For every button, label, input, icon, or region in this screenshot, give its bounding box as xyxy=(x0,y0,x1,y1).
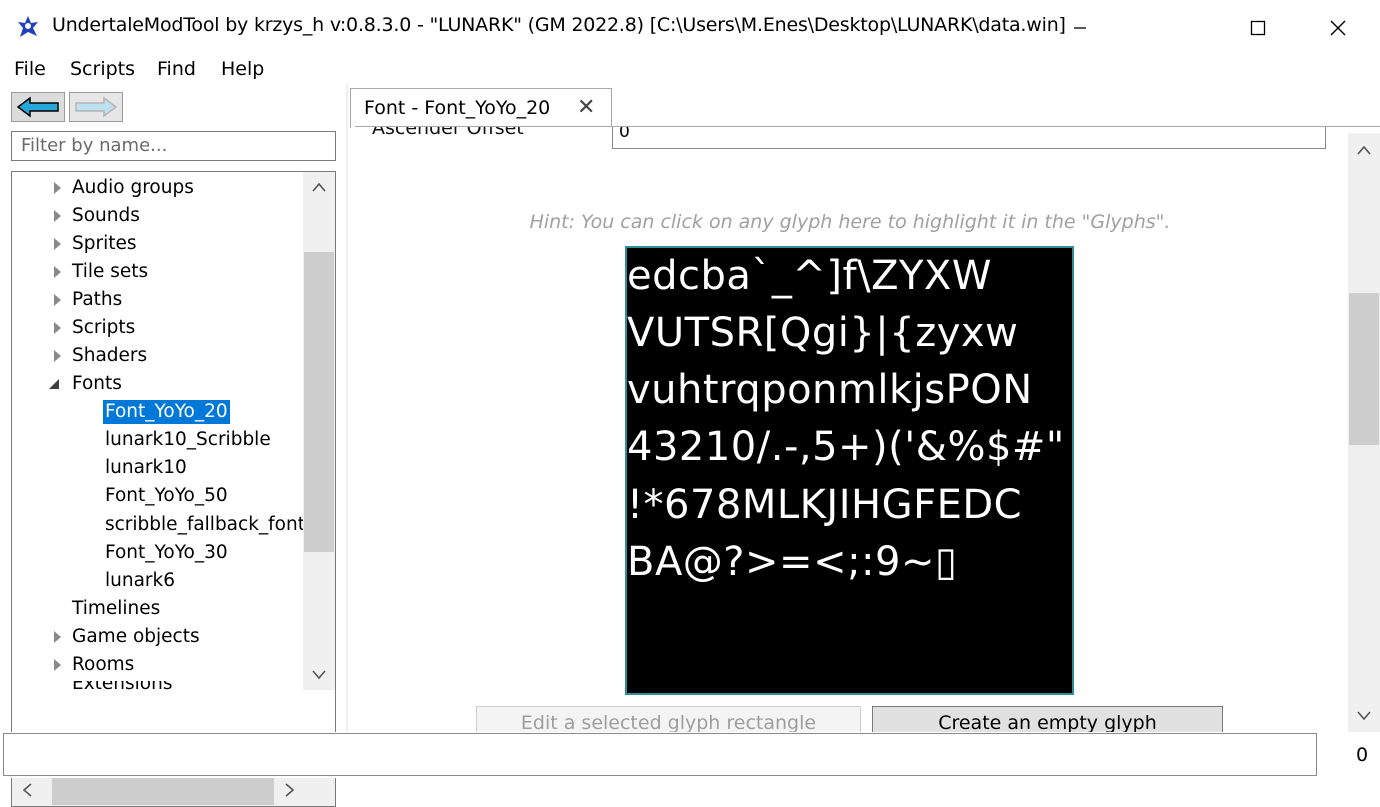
tree-item-timelines[interactable]: Timelines xyxy=(72,597,160,621)
expand-arrow-icon[interactable] xyxy=(54,659,61,671)
back-button[interactable] xyxy=(11,92,65,122)
maximize-button[interactable] xyxy=(1218,0,1298,56)
title-bar: UndertaleModTool by krzys_h v:0.8.3.0 - … xyxy=(0,0,1380,56)
edit-glyph-rectangle-button[interactable]: Edit a selected glyph rectangle xyxy=(476,706,861,732)
ascender-offset-input[interactable]: 0 xyxy=(612,127,1326,149)
expand-arrow-icon[interactable] xyxy=(54,322,61,334)
tree-item-game-objects[interactable]: Game objects xyxy=(72,625,200,649)
minimize-button[interactable] xyxy=(1040,0,1120,56)
tree-hscroll-thumb[interactable] xyxy=(52,775,274,805)
collapse-arrow-icon[interactable] xyxy=(48,378,60,390)
glyph-row: VUTSR[Qgi}|{zyxw xyxy=(627,310,1019,356)
forward-button[interactable] xyxy=(69,92,123,122)
editor-vertical-scrollbar[interactable] xyxy=(1348,133,1380,732)
close-icon xyxy=(1330,20,1346,36)
status-bar: 0 xyxy=(0,732,1380,778)
close-window-button[interactable] xyxy=(1298,0,1378,56)
ascender-offset-label: Ascender Offset xyxy=(372,126,524,139)
maximize-icon xyxy=(1250,20,1266,36)
tree-item-audio-groups[interactable]: Audio groups xyxy=(72,176,194,200)
command-input[interactable] xyxy=(3,733,1317,776)
menu-bar: File Scripts Find Help xyxy=(0,56,1380,84)
expand-arrow-icon[interactable] xyxy=(54,294,61,306)
tab-strip: Font - Font_YoYo_20 ✕ xyxy=(348,84,1380,128)
expand-arrow-icon[interactable] xyxy=(54,238,61,250)
asset-tree[interactable]: Audio groups Sounds Sprites Tile sets Pa… xyxy=(11,171,336,807)
chevron-down-icon[interactable] xyxy=(312,670,326,680)
scroll-corner xyxy=(303,774,335,806)
tree-item-paths[interactable]: Paths xyxy=(72,288,122,312)
tree-item-font[interactable]: Font_YoYo_20 xyxy=(103,400,230,424)
tree-scroll-thumb[interactable] xyxy=(304,252,334,552)
tree-item-rooms[interactable]: Rooms xyxy=(72,653,134,677)
tree-item-sprites[interactable]: Sprites xyxy=(72,232,137,256)
font-editor: Ascender Offset 0 Hint: You can click on… xyxy=(355,126,1380,732)
glyph-row: edcba`_^]f\ZYXW xyxy=(627,253,992,299)
arrow-left-icon xyxy=(12,93,64,121)
tree-item-tile-sets[interactable]: Tile sets xyxy=(72,260,148,284)
tree-vertical-scrollbar[interactable] xyxy=(303,172,335,690)
expand-arrow-icon[interactable] xyxy=(54,182,61,194)
tree-item-extensions[interactable]: Extensions xyxy=(72,681,172,691)
editor-scroll-thumb[interactable] xyxy=(1349,293,1379,445)
filter-input[interactable]: Filter by name... xyxy=(11,131,336,161)
chevron-up-icon[interactable] xyxy=(1357,145,1371,155)
tab-font-yoyo-20[interactable]: Font - Font_YoYo_20 ✕ xyxy=(350,88,612,128)
tree-horizontal-scrollbar[interactable] xyxy=(12,774,305,806)
create-empty-glyph-button[interactable]: Create an empty glyph xyxy=(872,706,1223,732)
glyph-row: BA@?>=<;:9~▯ xyxy=(627,539,958,585)
menu-scripts[interactable]: Scripts xyxy=(70,56,135,82)
tree-item-font[interactable]: Font_YoYo_30 xyxy=(105,541,228,565)
chevron-down-icon[interactable] xyxy=(1357,711,1371,721)
tree-item-sounds[interactable]: Sounds xyxy=(72,204,140,228)
tree-item-shaders[interactable]: Shaders xyxy=(72,344,147,368)
tree-item-scripts[interactable]: Scripts xyxy=(72,316,135,340)
tree-item-font[interactable]: Font_YoYo_50 xyxy=(105,484,228,508)
left-pane: Filter by name... Audio groups Sounds Sp… xyxy=(0,84,346,807)
glyph-row: vuhtrqponmlkjsPON xyxy=(627,367,1033,413)
tree-item-font[interactable]: scribble_fallback_font xyxy=(105,513,305,537)
menu-help[interactable]: Help xyxy=(221,56,264,82)
expand-arrow-icon[interactable] xyxy=(54,266,61,278)
tab-label: Font - Font_YoYo_20 xyxy=(364,97,551,119)
chevron-left-icon[interactable] xyxy=(22,783,32,797)
tree-item-fonts[interactable]: Fonts xyxy=(72,372,122,396)
app-icon xyxy=(18,16,38,37)
tree-item-font[interactable]: lunark10 xyxy=(105,456,187,480)
tree-item-font[interactable]: lunark6 xyxy=(105,569,175,593)
chevron-right-icon[interactable] xyxy=(285,783,295,797)
expand-arrow-icon[interactable] xyxy=(54,350,61,362)
menu-find[interactable]: Find xyxy=(157,56,196,82)
expand-arrow-icon[interactable] xyxy=(54,631,61,643)
expand-arrow-icon[interactable] xyxy=(54,210,61,222)
glyph-row: !*678MLKJIHGFEDC xyxy=(627,482,1023,528)
chevron-up-icon[interactable] xyxy=(312,182,326,192)
arrow-right-icon xyxy=(70,93,122,121)
menu-file[interactable]: File xyxy=(14,56,46,82)
glyph-atlas[interactable]: edcba`_^]f\ZYXW VUTSR[Qgi}|{zyxw vuhtrqp… xyxy=(625,246,1074,695)
glyph-row: 43210/.-,5+)('&%$#" xyxy=(627,424,1065,470)
window-title: UndertaleModTool by krzys_h v:0.8.3.0 - … xyxy=(52,14,1066,36)
tree-item-font[interactable]: lunark10_Scribble xyxy=(105,428,271,452)
tab-close-icon[interactable]: ✕ xyxy=(577,95,595,120)
glyph-hint: Hint: You can click on any glyph here to… xyxy=(529,211,1171,233)
minimize-icon xyxy=(1074,27,1086,29)
status-counter: 0 xyxy=(1356,744,1369,766)
pane-splitter[interactable] xyxy=(346,84,348,732)
